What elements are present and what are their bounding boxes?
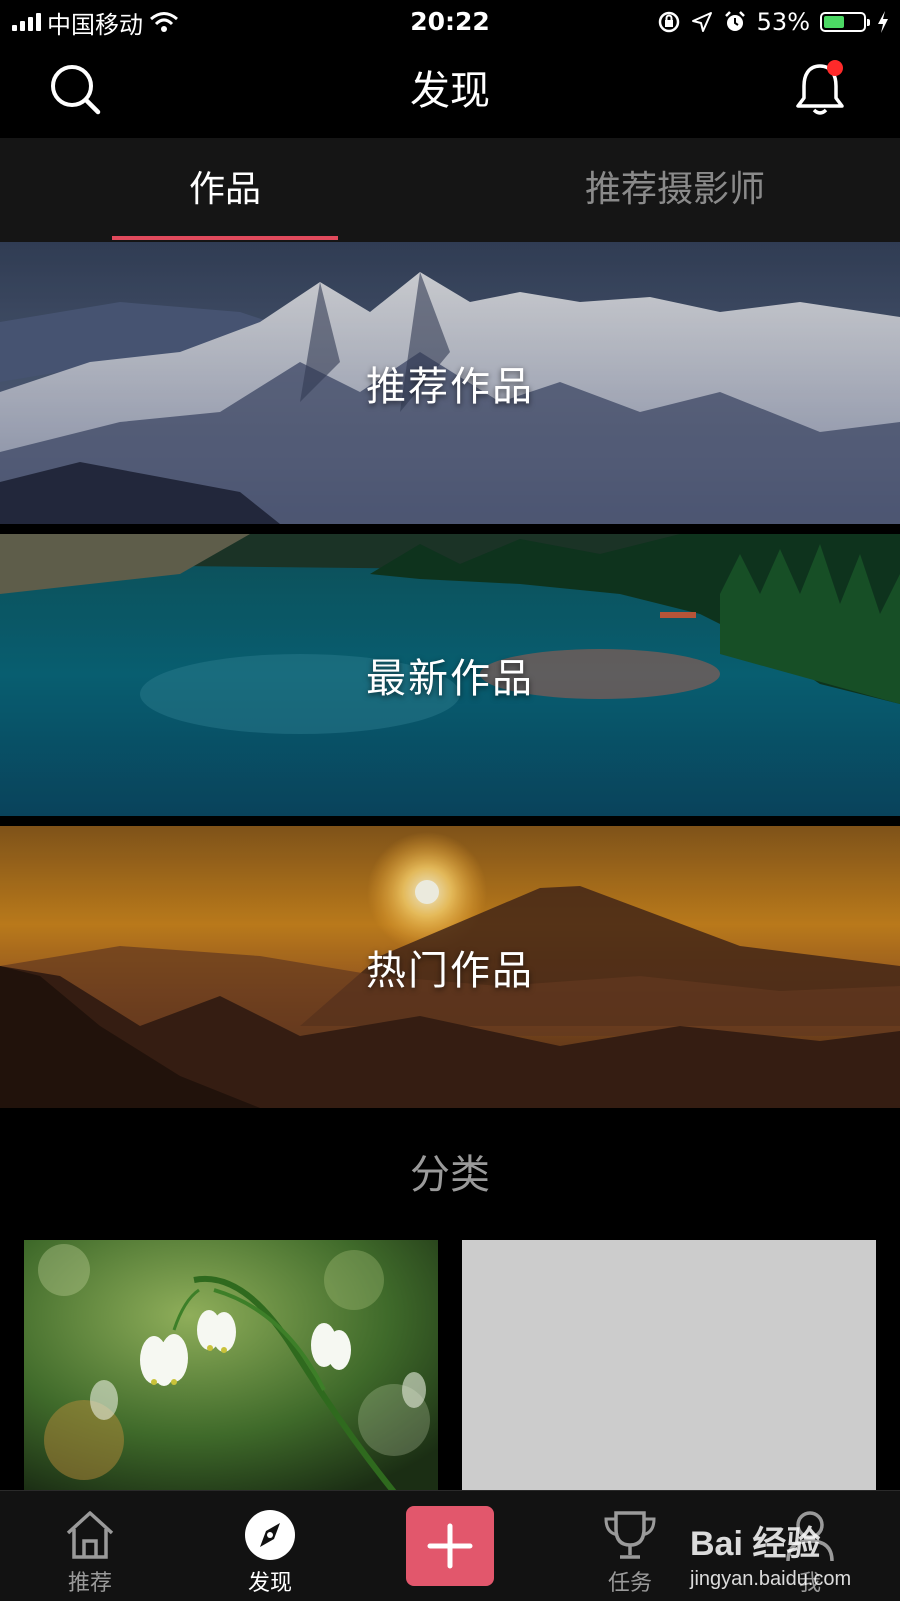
battery-icon [820, 12, 870, 32]
tab-works[interactable]: 作品 [0, 138, 450, 242]
snowdrop-flowers-image [24, 1240, 438, 1492]
category-tile-placeholder[interactable] [462, 1240, 876, 1492]
bell-icon[interactable] [792, 58, 848, 118]
tab-label: 推荐 [67, 1571, 112, 1596]
tab-recommend[interactable]: 推荐 [30, 1491, 150, 1601]
watermark-main: Bai 经验 [690, 1525, 821, 1563]
tab-label: 任务 [607, 1571, 652, 1596]
plus-icon [427, 1523, 473, 1569]
navigation-bar: 发现 [0, 44, 900, 138]
banner-recommended-works[interactable]: 推荐作品 [0, 242, 900, 524]
trophy-icon [604, 1511, 656, 1559]
status-right: 53% [657, 6, 890, 38]
banner-popular-works[interactable]: 热门作品 [0, 826, 900, 1108]
charging-icon [878, 11, 888, 33]
tab-recommended-photographers[interactable]: 推荐摄影师 [450, 138, 900, 242]
banner-latest-works[interactable]: 最新作品 [0, 534, 900, 816]
segment-tabs: 作品 推荐摄影师 [0, 138, 900, 242]
baidu-watermark: Bai 经验 jingyan.baidu.com [690, 1516, 890, 1600]
tab-tasks[interactable]: 任务 [570, 1491, 690, 1601]
status-bar: 中国移动 20:22 53% [0, 0, 900, 44]
tab-discover[interactable]: 发现 [210, 1491, 330, 1601]
banner-label: 推荐作品 [366, 364, 534, 410]
compass-icon [245, 1510, 295, 1560]
banner-label: 热门作品 [366, 948, 534, 994]
active-tab-indicator [112, 236, 338, 240]
watermark-sub: jingyan.baidu.com [690, 1568, 852, 1590]
alarm-icon [724, 11, 745, 31]
page-title: 发现 [410, 68, 490, 114]
location-icon [691, 12, 712, 32]
notification-dot [827, 60, 843, 76]
home-icon [66, 1511, 114, 1559]
tab-label: 发现 [247, 1571, 292, 1596]
battery-level [824, 16, 844, 28]
category-tile-flowers[interactable] [24, 1240, 438, 1492]
battery-percent: 53% [756, 8, 810, 36]
banner-label: 最新作品 [366, 656, 534, 702]
orientation-lock-icon [658, 11, 679, 33]
add-button[interactable] [406, 1506, 494, 1586]
category-heading: 分类 [410, 1152, 490, 1198]
